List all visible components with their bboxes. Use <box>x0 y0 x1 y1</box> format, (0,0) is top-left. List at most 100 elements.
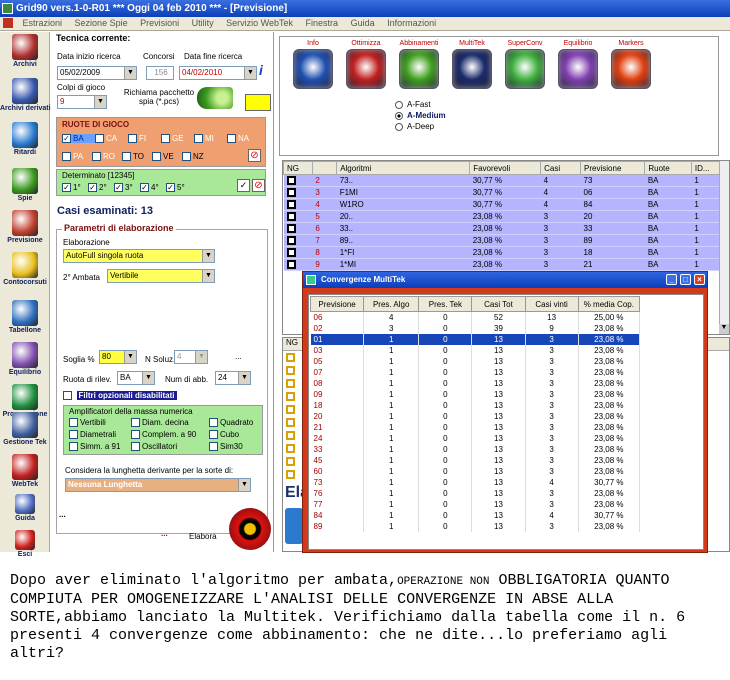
grid-col-header[interactable]: NG <box>283 161 313 175</box>
row-checkbox[interactable] <box>286 366 295 375</box>
radio-a-deep[interactable]: A-Deep <box>395 122 446 133</box>
row-checkbox[interactable] <box>286 379 295 388</box>
grid-col-header[interactable]: Favorevoli <box>469 161 542 175</box>
table-row[interactable]: 18 1 0 13 3 23,08 % <box>310 399 641 411</box>
checkbox-5-left-determinato[interactable]: ✓ 5° <box>166 183 192 193</box>
table-row[interactable]: 7 89.. 23,08 % 3 89 BA 1 <box>283 234 723 247</box>
grid-col-header[interactable]: Casi <box>540 161 582 175</box>
checkbox-box[interactable] <box>69 418 78 428</box>
table-row[interactable]: 21 1 0 13 3 23,08 % <box>310 421 641 433</box>
table-row[interactable]: 02 3 0 39 9 23,08 % <box>310 322 641 334</box>
colpi-select[interactable]: 9 ▼ <box>57 95 107 109</box>
checkbox-box[interactable]: ✓ <box>62 183 71 193</box>
ampl-complem--a-90[interactable]: Complem. a 90 <box>131 430 196 440</box>
radio-a-fast[interactable]: A-Fast <box>395 100 446 111</box>
maximize-icon[interactable]: □ <box>680 274 691 285</box>
table-row[interactable]: 06 4 0 52 13 25,00 % <box>310 311 641 323</box>
grid-col-header[interactable] <box>311 161 338 175</box>
checkbox-box[interactable]: ✓ <box>88 183 97 193</box>
sidebar-item-archivi[interactable]: Archivi <box>0 34 50 68</box>
row-checkbox-cell[interactable] <box>283 186 313 199</box>
toolbar-multitek-button[interactable]: MultiTek <box>446 40 498 89</box>
spyglass-icon[interactable] <box>197 87 233 109</box>
table-row[interactable]: 05 1 0 13 3 23,08 % <box>310 355 641 367</box>
table-row[interactable]: 76 1 0 13 3 23,08 % <box>310 487 641 499</box>
menu-previsioni[interactable]: Previsioni <box>135 17 184 30</box>
radio-a-medium[interactable]: A-Medium <box>395 111 446 122</box>
checkbox-box[interactable]: ✓ <box>62 134 71 144</box>
row-checkbox[interactable] <box>286 431 295 440</box>
info-i-icon[interactable]: i <box>259 62 269 80</box>
toolbar-markers-button[interactable]: Markers <box>605 40 657 89</box>
table-row[interactable]: 45 1 0 13 3 23,08 % <box>310 454 641 466</box>
sidebar-item-previsione[interactable]: Previsione <box>0 210 50 244</box>
data-fine-picker[interactable]: 04/02/2010 ▼ <box>179 66 257 80</box>
elaborazione-select[interactable]: AutoFull singola ruota ▼ <box>63 249 215 263</box>
toolbar-superconv-button[interactable]: SuperConv <box>499 40 551 89</box>
ampl-sim30[interactable]: Sim30 <box>209 442 243 452</box>
check-all-icon[interactable]: ✓ <box>237 179 250 192</box>
sidebar-item-ritardi[interactable]: Ritardi <box>0 122 50 156</box>
ampl-diam--decina[interactable]: Diam. decina <box>131 418 189 428</box>
convergenze-col-header[interactable]: Pres. Algo <box>363 296 420 312</box>
radio-button[interactable] <box>395 111 403 120</box>
table-row[interactable]: 2 73.. 30,77 % 4 73 BA 1 <box>283 174 723 187</box>
checkbox-box[interactable] <box>209 418 218 428</box>
row-checkbox[interactable] <box>286 457 295 466</box>
row-checkbox[interactable] <box>286 405 295 414</box>
data-inizio-picker[interactable]: 05/02/2009 ▼ <box>57 66 137 80</box>
row-checkbox-cell[interactable] <box>283 234 313 247</box>
menu-informazioni[interactable]: Informazioni <box>382 17 441 30</box>
checkbox-CA-left-ruote_row1[interactable]: CA <box>95 134 128 144</box>
toolbar-equilibrio-button[interactable]: Equilibrio <box>552 40 604 89</box>
grid-scrollbar[interactable] <box>719 161 729 334</box>
grid-col-header[interactable]: Algoritmi <box>336 161 471 175</box>
convergenze-col-header[interactable]: Pres. Tek <box>418 296 473 312</box>
ampl-simm--a-91[interactable]: Simm. a 91 <box>69 442 120 452</box>
checkbox-box[interactable] <box>128 134 137 144</box>
radio-button[interactable] <box>395 100 403 109</box>
ampl-diametrali[interactable]: Diametrali <box>69 430 116 440</box>
ampl-vertibili[interactable]: Vertibili <box>69 418 106 428</box>
checkbox-GE-left-ruote_row1[interactable]: GE <box>161 134 194 144</box>
checkbox-box[interactable] <box>131 430 140 440</box>
grid-col-header[interactable]: Previsione <box>580 161 646 175</box>
checkbox-box[interactable] <box>182 152 191 162</box>
sidebar-item-esci[interactable]: Esci <box>0 530 50 558</box>
row-checkbox-cell[interactable] <box>283 198 313 211</box>
sidebar-item-equilibrio[interactable]: Equilibrio <box>0 342 50 376</box>
menu-estrazioni[interactable]: Estrazioni <box>18 17 68 30</box>
checkbox-box[interactable] <box>131 418 140 428</box>
checkbox-box[interactable]: ✓ <box>114 183 123 193</box>
table-row[interactable]: 01 1 0 13 3 23,08 % <box>310 333 641 345</box>
row-checkbox[interactable] <box>286 353 295 362</box>
radio-button[interactable] <box>395 122 403 131</box>
table-row[interactable]: 3 F1MI 30,77 % 4 06 BA 1 <box>283 186 723 199</box>
table-row[interactable]: 5 20.. 23,08 % 3 20 BA 1 <box>283 210 723 223</box>
table-row[interactable]: 03 1 0 13 3 23,08 % <box>310 344 641 356</box>
checkbox-MI-left-ruote_row1[interactable]: MI <box>194 134 227 144</box>
ampl-cubo[interactable]: Cubo <box>209 430 239 440</box>
row-checkbox[interactable] <box>286 224 296 234</box>
checkbox-RO-left-ruote_row2[interactable]: RO <box>92 152 122 162</box>
sidebar-item-webtek[interactable]: WebTek <box>0 454 50 488</box>
sidebar-item-archivi-derivati[interactable]: Archivi derivati <box>0 78 51 112</box>
menu-utility[interactable]: Utility <box>187 17 219 30</box>
table-row[interactable]: 73 1 0 13 4 30,77 % <box>310 476 641 488</box>
sidebar-item-spie[interactable]: Spie <box>0 168 50 202</box>
checkbox-NZ-left-ruote_row2[interactable]: NZ <box>182 152 212 162</box>
checkbox-TO-left-ruote_row2[interactable]: TO <box>122 152 152 162</box>
checkbox-NA-left-ruote_row1[interactable]: NA <box>227 134 260 144</box>
table-row[interactable]: 24 1 0 13 3 23,08 % <box>310 432 641 444</box>
table-row[interactable]: 77 1 0 13 3 23,08 % <box>310 498 641 510</box>
checkbox-box[interactable] <box>131 442 140 452</box>
row-checkbox[interactable] <box>286 176 296 186</box>
checkbox-box[interactable] <box>69 430 78 440</box>
mdi-child-icon[interactable] <box>3 18 13 28</box>
menu-sezione-spie[interactable]: Sezione Spie <box>70 17 133 30</box>
checkbox-box[interactable]: ✓ <box>140 183 149 193</box>
row-checkbox-cell[interactable] <box>283 174 313 187</box>
no-entry-icon[interactable]: ⊘ <box>252 179 265 192</box>
table-row[interactable]: 60 1 0 13 3 23,08 % <box>310 465 641 477</box>
menu-guida[interactable]: Guida <box>346 17 380 30</box>
